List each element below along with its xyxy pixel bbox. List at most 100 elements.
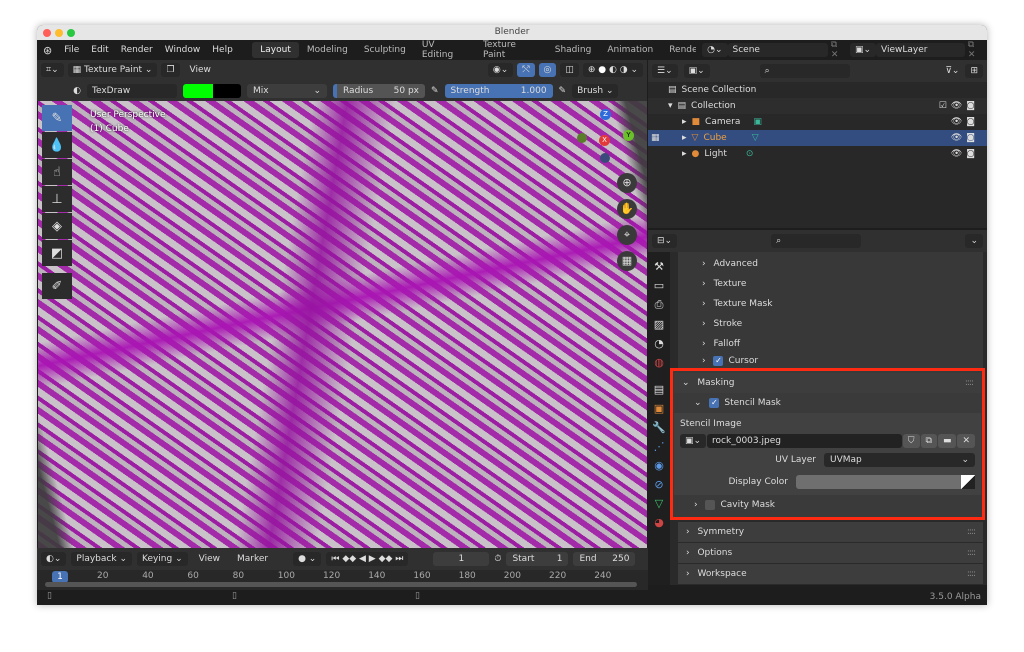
world-tab-icon[interactable]: ◍ [654,356,664,369]
scene-collection-row[interactable]: ▤ Scene Collection [648,82,987,98]
cavity-mask-checkbox[interactable] [705,500,716,510]
expand-arrow-icon[interactable]: ▸ [682,133,687,143]
scene-type-icon[interactable]: ◔⌄ [702,43,728,57]
zoom-icon[interactable]: ⊕ [617,173,637,193]
timeline-scrollbar[interactable] [45,582,637,587]
scene-tab-icon[interactable]: ◔ [654,337,664,350]
panel-texture[interactable]: › Texture [678,274,983,294]
collection-row[interactable]: ▾ ▤ Collection ☑👁◙ [648,98,987,114]
particles-tab-icon[interactable]: ⋰ [654,440,665,453]
open-image-icon[interactable]: ▬ [937,434,957,448]
render-tab-icon[interactable]: ▭ [654,279,664,292]
duplicate-image-icon[interactable]: ⧉ [920,434,937,448]
fake-user-icon[interactable]: ⛉ [902,434,920,448]
panel-workspace[interactable]: › Workspace:::: [678,564,983,584]
stencil-mask-checkbox[interactable]: ✓ [709,398,720,408]
data-tab-icon[interactable]: ▽ [655,497,663,510]
menu-view[interactable]: View [184,65,217,75]
copy-scene-icon[interactable]: ⧉ ✕ [828,40,850,60]
menu-help[interactable]: Help [206,45,239,55]
cavity-mask-subpanel[interactable]: › Cavity Mask [674,495,981,515]
menu-window[interactable]: Window [159,45,207,55]
menu-keying[interactable]: Keying ⌄ [136,552,188,566]
menu-render[interactable]: Render [115,45,159,55]
editor-type-icon[interactable]: ⌗⌄ [41,63,64,77]
outliner-filter-icon[interactable]: ⊽⌄ [945,66,959,76]
object-tab-icon[interactable]: ▣ [654,402,664,415]
soften-tool-icon[interactable]: 💧 [42,132,72,158]
tab-layout[interactable]: Layout [252,42,299,58]
tab-rendering[interactable]: Renderi [661,42,696,58]
fill-tool-icon[interactable]: ◈ [42,213,72,239]
eyedropper-gradient-icon[interactable] [961,475,975,489]
panel-symmetry[interactable]: › Symmetry:::: [678,522,983,542]
output-tab-icon[interactable]: ⎙ [655,298,664,312]
tab-animation[interactable]: Animation [599,42,661,58]
visibility-controls[interactable]: 👁◙ [951,133,979,143]
gizmo-toggle-icon[interactable]: ⤲ [517,63,535,77]
view-layer-icon[interactable]: ▣⌄ [850,43,877,57]
clone-tool-icon[interactable]: ⊥ [42,186,72,212]
outliner-display-mode-icon[interactable]: ☰⌄ [652,64,678,78]
outliner-item-light[interactable]: ▸ ● Light ⊙ 👁◙ [648,146,987,162]
physics-tab-icon[interactable]: ◉ [654,459,664,472]
stencil-image-name[interactable]: rock_0003.jpeg [707,434,902,448]
panel-cursor[interactable]: › ✓ Cursor [678,354,983,368]
radius-pressure-icon[interactable]: ✎ [431,86,439,96]
collection-tab-icon[interactable]: ▤ [654,383,664,396]
panel-advanced[interactable]: › Advanced [678,254,983,274]
scene-selector[interactable]: Scene [727,43,828,57]
properties-search-input[interactable]: ⌕ [771,234,862,248]
mask-toggle-icon[interactable]: ❐ [161,63,180,77]
outliner-filter-type-icon[interactable]: ▣⌄ [683,64,710,78]
menu-playback[interactable]: Playback ⌄ [71,552,132,566]
perspective-grid-icon[interactable]: ▦ [617,251,637,271]
gizmo-y-axis[interactable]: Y [623,130,634,141]
color-swatches[interactable] [183,83,241,98]
radius-slider[interactable]: Radius 50 px [333,83,425,98]
primary-color[interactable] [183,83,213,98]
outliner-item-camera[interactable]: ▸ ■ Camera ▣ 👁◙ [648,114,987,130]
drag-grip-icon[interactable]: :::: [965,378,974,388]
mask-tool-icon[interactable]: ◩ [42,240,72,266]
brush-menu[interactable]: Brush ⌄ [572,83,619,98]
cursor-checkbox[interactable]: ✓ [713,356,724,366]
properties-editor-type-icon[interactable]: ⊟⌄ [652,234,678,248]
stencil-mask-subpanel[interactable]: ⌄ ✓ Stencil Mask [674,393,981,413]
panel-masking[interactable]: ⌄ Masking:::: [674,373,981,393]
close-window-button[interactable] [43,29,51,37]
secondary-color[interactable] [213,83,241,98]
outliner-search-input[interactable]: ⌕ [759,64,850,78]
modifier-tab-icon[interactable]: 🔧 [652,421,666,434]
panel-texture-mask[interactable]: › Texture Mask [678,294,983,314]
view-layer-tab-icon[interactable]: ▨ [654,318,664,331]
playback-controls[interactable]: ⏮ ◆◆ ◀ ▶ ◆◆ ⏭ [326,552,409,566]
camera-view-icon[interactable]: ⌖ [617,225,637,245]
tab-shading[interactable]: Shading [547,42,600,58]
tab-modeling[interactable]: Modeling [299,42,356,58]
panel-stroke[interactable]: › Stroke [678,314,983,334]
expand-arrow-icon[interactable]: ▾ [668,101,673,111]
xray-toggle-icon[interactable]: ◫ [560,63,579,77]
material-tab-icon[interactable]: ◕ [654,516,664,529]
panel-options[interactable]: › Options:::: [678,543,983,563]
unlink-image-icon[interactable]: ✕ [957,434,975,448]
view-layer-selector[interactable]: ViewLayer [876,43,965,57]
tool-tab-icon[interactable]: ⚒ [654,260,664,273]
image-browse-icon[interactable]: ▣⌄ [680,434,707,448]
expand-arrow-icon[interactable]: ▸ [682,149,687,159]
visibility-controls[interactable]: 👁◙ [951,149,979,159]
gizmo-x-axis[interactable]: X [599,135,610,146]
draw-tool-icon[interactable]: ✎ [42,105,72,131]
maximize-window-button[interactable] [67,29,75,37]
gizmo-neg-z-axis[interactable] [600,153,610,163]
menu-timeline-view[interactable]: View [193,554,226,564]
blend-mode-dropdown[interactable]: Mix ⌄ [247,83,327,98]
view-object-types-icon[interactable]: ◉⌄ [487,63,514,77]
menu-file[interactable]: File [58,45,85,55]
expand-arrow-icon[interactable]: ▸ [682,117,687,127]
properties-options-dropdown[interactable]: ⌄ [965,234,983,248]
gizmo-z-axis[interactable]: Z [600,109,611,120]
new-collection-icon[interactable]: ⊞ [965,64,983,78]
gizmo-neg-y-axis[interactable] [577,133,587,143]
